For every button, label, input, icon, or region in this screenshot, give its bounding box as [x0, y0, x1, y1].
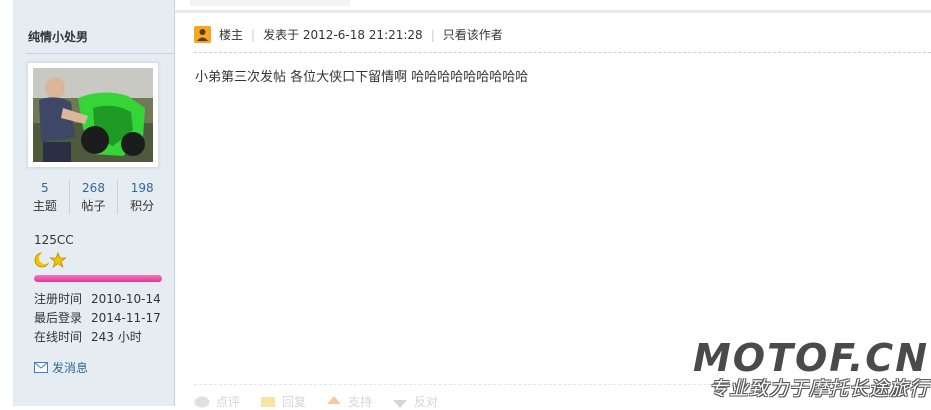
star-icon [49, 251, 67, 269]
avatar[interactable] [27, 62, 159, 168]
stat-posts[interactable]: 268 帖子 [70, 180, 119, 214]
author-info: 注册时间 2010-10-14 最后登录 2014-11-17 在线时间 243 小时 [34, 290, 161, 347]
thread-owner-icon [194, 26, 211, 43]
watermark-subtitle: 专业致力于摩托长途旅行 [708, 378, 929, 400]
header-separator: | [251, 27, 256, 42]
support-label: 支持 [348, 395, 373, 409]
oppose-label: 反对 [414, 395, 439, 409]
rank-icons [34, 251, 68, 271]
author-stats: 5 主题 268 帖子 198 积分 [21, 180, 166, 214]
stat-value: 198 [130, 181, 154, 195]
comment-button[interactable]: 点评 [194, 393, 240, 410]
post-timestamp: 发表于 2012-6-18 21:21:28 [263, 28, 423, 42]
stat-label: 积分 [130, 199, 155, 213]
header-divider [194, 52, 931, 53]
stat-label: 主题 [32, 199, 57, 213]
envelope-icon [34, 362, 48, 373]
thread-owner-label: 楼主 [219, 28, 244, 42]
reply-label: 回复 [282, 395, 307, 409]
comment-label: 点评 [216, 395, 241, 409]
info-last-login: 最后登录 2014-11-17 [34, 309, 161, 328]
reply-button[interactable]: 回复 [260, 393, 306, 410]
watermark-title: MOTOF.CN [692, 336, 929, 380]
info-key: 在线时间 [34, 330, 83, 344]
oppose-button[interactable]: 反对 [392, 393, 438, 410]
info-value: 243 小时 [91, 330, 142, 344]
stat-label: 帖子 [81, 199, 106, 213]
divider [26, 53, 174, 54]
author-sidebar: 纯情小处男 5 主题 268 帖子 198 积分 125CC 注册时间 2010… [13, 0, 175, 406]
previous-post-footer [190, 0, 350, 6]
level-progress-bar [34, 275, 162, 282]
stat-value: 5 [41, 181, 49, 195]
post-actions: 点评 回复 支持 反对 [194, 393, 458, 410]
support-button[interactable]: 支持 [326, 393, 372, 410]
info-register: 注册时间 2010-10-14 [34, 290, 161, 309]
send-message-label: 发消息 [52, 361, 89, 375]
info-value: 2014-11-17 [91, 311, 161, 325]
avatar-image [33, 68, 153, 162]
send-message-link[interactable]: 发消息 [34, 359, 88, 376]
site-watermark: MOTOF.CN 专业致力于摩托长途旅行 [693, 338, 929, 400]
header-separator: | [430, 27, 435, 42]
only-author-link[interactable]: 只看该作者 [443, 26, 503, 43]
user-group[interactable]: 125CC [34, 233, 74, 247]
moon-icon [34, 252, 51, 268]
stat-threads[interactable]: 5 主题 [21, 180, 70, 214]
info-key: 最后登录 [34, 311, 83, 325]
info-value: 2010-10-14 [91, 292, 161, 306]
author-username[interactable]: 纯情小处男 [28, 28, 88, 45]
stat-points[interactable]: 198 积分 [118, 180, 166, 214]
stat-value: 268 [82, 181, 105, 195]
info-key: 注册时间 [34, 292, 83, 306]
post-content: 小弟第三次发帖 各位大侠口下留情啊 哈哈哈哈哈哈哈哈哈 [195, 70, 529, 85]
post-header: 楼主 | 发表于 2012-6-18 21:21:28 | 只看该作者 [194, 26, 503, 43]
post-top-border [175, 10, 931, 13]
info-online-time: 在线时间 243 小时 [34, 328, 161, 347]
